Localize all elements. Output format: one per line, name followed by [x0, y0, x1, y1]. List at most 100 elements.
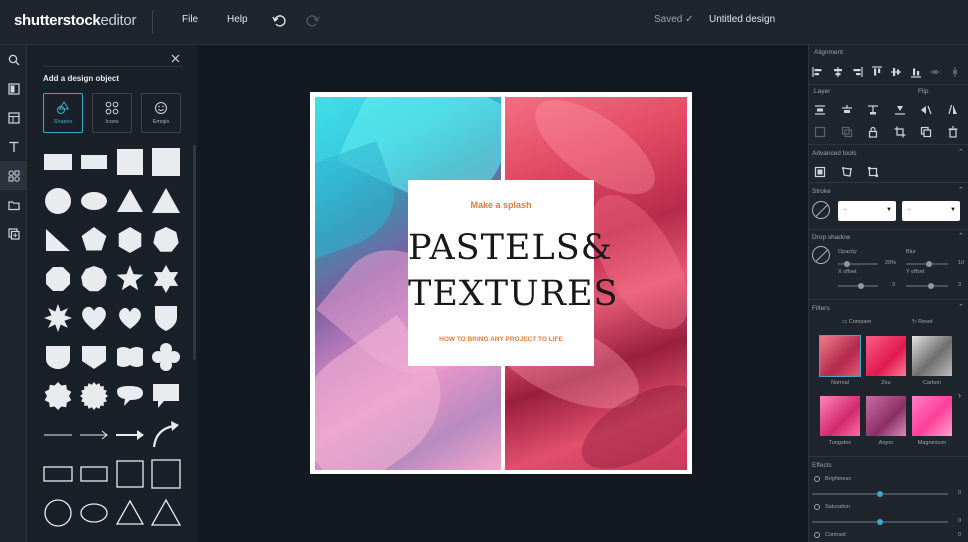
compare-button[interactable]: ▭ Compare: [842, 319, 871, 325]
shape-right-triangle[interactable]: [42, 224, 74, 256]
shape-circle[interactable]: [42, 185, 74, 217]
brightness-slider-knob[interactable]: [877, 491, 883, 497]
elements-icon[interactable]: [0, 161, 27, 190]
shape-star[interactable]: [114, 263, 146, 295]
crop-icon[interactable]: [893, 125, 907, 139]
shape-nonagon[interactable]: [78, 263, 110, 295]
layouts-icon[interactable]: [0, 103, 27, 132]
shape-badge-wave[interactable]: [114, 341, 146, 373]
close-icon[interactable]: [169, 52, 183, 66]
shape-circle-outline[interactable]: [42, 497, 74, 529]
templates-icon[interactable]: [0, 74, 27, 103]
app-logo[interactable]: shutterstockeditor: [14, 12, 136, 29]
shape-triangle-outline[interactable]: [114, 497, 146, 529]
flip-vertical-icon[interactable]: [946, 103, 960, 117]
shape-heart[interactable]: [78, 302, 110, 334]
folder-icon[interactable]: [0, 190, 27, 219]
align-center-v-icon[interactable]: [889, 65, 903, 79]
shape-square-large[interactable]: [150, 146, 182, 178]
shape-triangle-large-outline[interactable]: [150, 497, 182, 529]
menu-help[interactable]: Help: [227, 14, 248, 25]
shape-heart-rounded[interactable]: [114, 302, 146, 334]
chevron-up-icon[interactable]: ⌃: [958, 148, 964, 156]
flip-horizontal-icon[interactable]: [919, 103, 933, 117]
shape-square-large-outline[interactable]: [150, 458, 182, 490]
shape-square-outline[interactable]: [114, 458, 146, 490]
chevron-up-icon[interactable]: ⌃: [958, 186, 964, 194]
distribute-v-icon[interactable]: [948, 65, 962, 79]
shape-rectangle[interactable]: [42, 146, 74, 178]
copy-icon[interactable]: [919, 125, 933, 139]
stroke-style-select[interactable]: - ▼: [902, 201, 960, 221]
chevron-up-icon[interactable]: ⌃: [958, 303, 964, 311]
filter-tungsten[interactable]: [820, 396, 860, 436]
send-to-back-icon[interactable]: [893, 103, 907, 117]
reset-button[interactable]: ↻ Reset: [912, 319, 933, 325]
tagline-text[interactable]: HOW TO BRING ANY PROJECT TO LIFE: [408, 336, 594, 343]
shape-arrow-thin[interactable]: [78, 419, 110, 451]
shape-line[interactable]: [42, 419, 74, 451]
y-offset-slider-knob[interactable]: [928, 283, 934, 289]
bring-forward-icon[interactable]: [813, 103, 827, 117]
shape-rectangle-outline[interactable]: [42, 458, 74, 490]
text-icon[interactable]: [0, 132, 27, 161]
contrast-radio[interactable]: [814, 532, 820, 538]
category-icons[interactable]: Icons: [92, 93, 132, 133]
shape-rectangle-wide[interactable]: [78, 146, 110, 178]
blur-slider-knob[interactable]: [926, 261, 932, 267]
align-top-icon[interactable]: [870, 65, 884, 79]
opacity-slider-knob[interactable]: [844, 261, 850, 267]
category-shapes[interactable]: Shapes: [43, 93, 83, 133]
filter-magnesium[interactable]: [912, 396, 952, 436]
saturation-radio[interactable]: [814, 504, 820, 510]
shape-octagon[interactable]: [42, 263, 74, 295]
align-center-h-icon[interactable]: [831, 65, 845, 79]
kicker-text[interactable]: Make a splash: [408, 200, 594, 210]
shape-hexagon[interactable]: [114, 224, 146, 256]
chevron-up-icon[interactable]: ⌃: [958, 232, 964, 240]
shape-flower[interactable]: [150, 341, 182, 373]
shape-badge-shield[interactable]: [42, 341, 74, 373]
shape-ellipse-outline[interactable]: [78, 497, 110, 529]
transparency-icon[interactable]: [813, 165, 827, 179]
shape-callout[interactable]: [150, 380, 182, 412]
shadow-color-none[interactable]: [812, 246, 830, 264]
category-emojis[interactable]: Emojis: [141, 93, 181, 133]
duplicate-icon[interactable]: [840, 125, 854, 139]
distribute-h-icon[interactable]: [928, 65, 942, 79]
shape-arrow[interactable]: [114, 419, 146, 451]
group-icon[interactable]: [813, 125, 827, 139]
shape-eight-point-star[interactable]: [42, 302, 74, 334]
add-image-icon[interactable]: [0, 219, 27, 248]
filter-zeu[interactable]: [866, 336, 906, 376]
y-offset-slider[interactable]: [906, 285, 948, 287]
filter-normal[interactable]: [819, 335, 861, 377]
chevron-right-icon[interactable]: ›: [958, 390, 961, 400]
search-icon[interactable]: [0, 45, 27, 74]
align-bottom-icon[interactable]: [909, 65, 923, 79]
shape-seal[interactable]: [78, 380, 110, 412]
shape-curved-arrow[interactable]: [150, 419, 182, 451]
trash-icon[interactable]: [946, 125, 960, 139]
x-offset-slider-knob[interactable]: [858, 283, 864, 289]
shape-rectangle-wide-outline[interactable]: [78, 458, 110, 490]
undo-icon[interactable]: [269, 11, 289, 31]
menu-file[interactable]: File: [182, 14, 198, 25]
filter-carbon[interactable]: [912, 336, 952, 376]
shapes-scrollbar[interactable]: [193, 145, 196, 360]
stroke-width-select[interactable]: - ▼: [838, 201, 896, 221]
shape-triangle[interactable]: [114, 185, 146, 217]
shape-pentagon[interactable]: [78, 224, 110, 256]
resize-icon[interactable]: [866, 165, 880, 179]
send-backward-icon[interactable]: [840, 103, 854, 117]
shape-square[interactable]: [114, 146, 146, 178]
shape-six-point-star[interactable]: [150, 263, 182, 295]
shape-shield[interactable]: [150, 302, 182, 334]
redo-icon[interactable]: [303, 11, 323, 31]
design-title[interactable]: Untitled design: [709, 14, 775, 25]
stroke-color-none[interactable]: [812, 201, 830, 219]
text-card[interactable]: Make a splash PASTELS& TEXTURES HOW TO B…: [408, 180, 618, 366]
shape-flower-scalloped[interactable]: [42, 380, 74, 412]
shape-speech-bubble[interactable]: [114, 380, 146, 412]
headline-text[interactable]: PASTELS& TEXTURES: [408, 225, 618, 317]
